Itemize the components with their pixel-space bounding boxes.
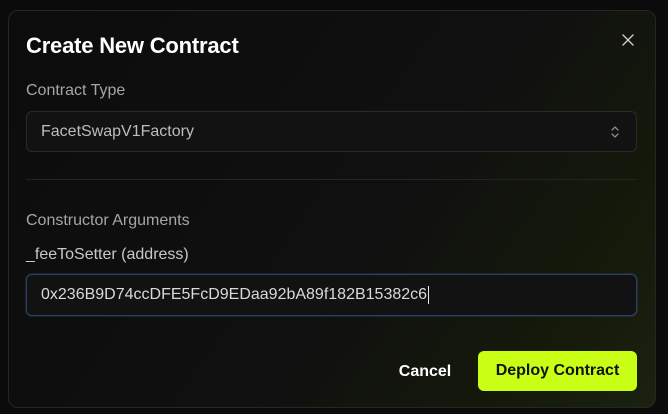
create-contract-dialog: Create New Contract Contract Type FacetS… — [8, 10, 656, 408]
text-caret — [428, 286, 430, 304]
section-divider — [26, 179, 637, 180]
contract-type-value: FacetSwapV1Factory — [41, 122, 194, 140]
contract-type-select[interactable]: FacetSwapV1Factory — [26, 111, 637, 152]
constructor-arguments-label: Constructor Arguments — [26, 212, 190, 229]
dialog-title: Create New Contract — [26, 33, 239, 58]
fee-to-setter-value: 0x236B9D74ccDFE5FcD9EDaa92bA89f182B15382… — [41, 286, 428, 303]
close-button[interactable] — [619, 31, 637, 49]
deploy-contract-button[interactable]: Deploy Contract — [478, 351, 637, 391]
fee-to-setter-input[interactable]: 0x236B9D74ccDFE5FcD9EDaa92bA89f182B15382… — [26, 274, 637, 316]
contract-type-label: Contract Type — [26, 82, 126, 99]
fee-to-setter-label: _feeToSetter (address) — [26, 246, 189, 263]
close-icon — [622, 34, 634, 46]
cancel-button[interactable]: Cancel — [385, 353, 465, 391]
chevron-up-down-icon — [611, 126, 619, 138]
